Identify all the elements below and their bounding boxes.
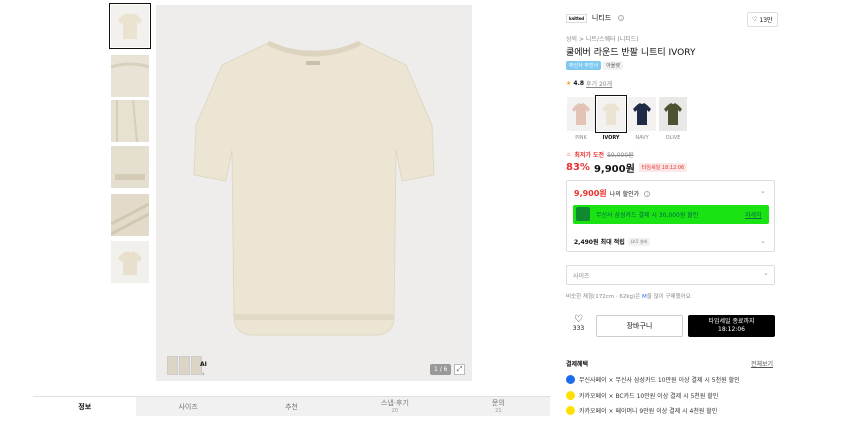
chevron-down-icon[interactable]: ⌄ [760,237,766,245]
tab-qna[interactable]: 문의 21 [447,397,550,416]
my-price-row[interactable]: 9,900원 나의 할인가 i [574,188,651,199]
tag-musinsa: 무신사 무진사 [566,61,602,70]
expand-icon[interactable]: ⤢ [454,364,465,375]
star-icon: ★ [566,80,572,87]
swatch-label-navy: NAVY [635,135,649,141]
tab-bar: 정보 사이즈 추천 스냅·후기 20 문의 21 [33,396,550,416]
chevron-down-icon[interactable]: ⌄ [760,187,766,195]
tab-info[interactable]: 정보 [33,397,137,416]
thumbnail-3[interactable] [111,100,149,142]
price-row: 83% 9,900원 타임세일 18:12:06 [566,160,688,175]
buy-button[interactable]: 타임세일 종료까지 18:12:06 [688,315,775,337]
benefit-item: 무신사페이 × 무신사 삼성카드 10만원 이상 결제 시 5천원 할인 [566,375,740,384]
timesale-badge: 타임세일 18:12:06 [638,163,688,172]
swatch-label-olive: OLIVE [665,135,681,141]
musinsa-pay-icon [566,375,575,384]
size-placeholder: 사이즈 [573,273,590,280]
like-button[interactable]: ♡ 13만 [747,12,778,27]
lowest-price-row: ♨ 최저가 도전 59,000원 [566,151,634,159]
chevron-down-icon[interactable]: ⌄ [763,269,769,277]
tab-reviews[interactable]: 스냅·후기 20 [343,397,446,416]
product-title: 쿨에버 라운드 반팔 니트티 IVORY [566,48,696,58]
chevron-right-icon[interactable]: › [202,370,205,378]
original-price: 59,000원 [607,152,634,159]
thumbnail-6[interactable] [111,241,149,283]
breadcrumb[interactable]: 상의 > 니트/스웨터 (니티드) [566,34,639,43]
card-banner-text: 무신사 삼성카드 결제 시 30,000원 할인 [596,212,699,219]
swatch-label-pink: PINK [575,135,587,141]
brand-name[interactable]: 니티드 [592,13,611,23]
wishlist-button[interactable]: ♡ 333 [566,314,591,332]
thumbnail-4[interactable] [111,146,149,188]
card-icon [576,207,590,221]
swatch-label-ivory: IVORY [602,135,620,141]
product-page: AI › 1 / 6 ⤢ 정보 사이즈 추천 스냅·후기 20 문의 21 knit… [0,0,850,421]
payment-benefits-title: 결제혜택 [566,361,589,368]
swatch-pink[interactable] [567,97,595,131]
tag-row: 무신사 무진사 아울렛 [566,61,624,70]
info-icon: i [618,15,625,21]
rating-row[interactable]: ★ 4.8 후기 20개 [566,79,612,88]
kakaopay-icon [566,406,575,415]
tab-size[interactable]: 사이즈 [136,397,239,416]
tshirt-image [156,5,472,381]
tag-outlet: 아울렛 [603,61,624,70]
benefit-item: 카카오페이 × BC카드 10만원 이상 결제 시 5천원 할인 [566,391,718,400]
review-link[interactable]: 후기 20개 [586,79,612,88]
swatch-ivory[interactable] [595,95,627,133]
swatch-navy[interactable] [628,97,656,131]
discount-rate: 83% [566,162,590,173]
fire-icon: ♨ [566,151,572,158]
size-recommendation: 비슷한 체형(172cm · 62kg)은 M을 많이 구매했어요 [566,294,691,300]
heart-icon: ♡ [752,16,758,23]
tab-recommend[interactable]: 추천 [240,397,343,416]
swatch-olive[interactable] [659,97,687,131]
info-icon: i [644,190,651,197]
brand-logo: knitted [566,13,587,23]
view-all-link[interactable]: 전체보기 [751,359,773,368]
cart-button[interactable]: 장바구니 [596,315,683,337]
sale-price: 9,900원 [593,164,635,175]
thumbnail-1[interactable] [109,3,151,49]
ai-mini-thumbs[interactable] [167,356,202,375]
kakaopay-icon [566,391,575,400]
main-product-image[interactable]: AI › 1 / 6 ⤢ [156,5,472,381]
thumbnail-2[interactable] [111,55,149,97]
level-badge: LV.5 실버 [627,237,651,246]
heart-icon: ♡ [574,314,583,325]
image-counter: 1 / 6 [430,364,452,375]
benefit-item: 카카오페이 × 페이머니 9만원 이상 결제 시 4천원 할인 [566,406,717,415]
size-select[interactable] [566,265,775,285]
brand-row[interactable]: knitted 니티드 i [566,13,625,23]
points-row[interactable]: 2,490원 최대 적립 LV.5 실버 [574,237,651,246]
card-banner-link[interactable]: 자세히 [745,210,762,219]
ai-label: AI [200,361,207,368]
thumbnail-5[interactable] [111,194,149,236]
